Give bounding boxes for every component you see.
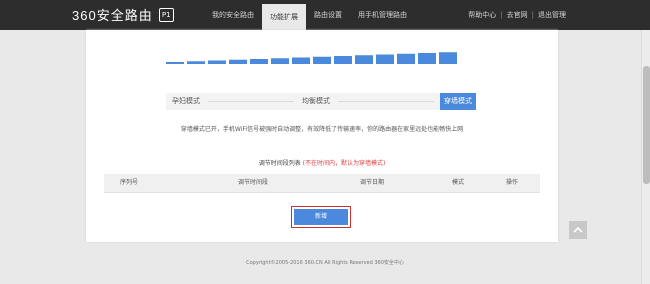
schedule-title: 调节时间段列表 bbox=[258, 160, 301, 167]
signal-bar bbox=[187, 61, 205, 64]
tab-features[interactable]: 功能扩展 bbox=[262, 4, 306, 30]
column-header-action: 操作 bbox=[506, 179, 519, 186]
tab-mobile-manage[interactable]: 用手机管理路由 bbox=[350, 0, 415, 30]
mode-selector: 孕妇模式 均衡模式 穿墙模式 bbox=[166, 93, 476, 110]
signal-bar bbox=[376, 54, 394, 64]
copyright-footer: Copyright©2005-2016 360.CN All Rights Re… bbox=[246, 260, 404, 266]
model-badge: P1 bbox=[158, 7, 174, 22]
brand-logo[interactable]: 360安全路由 P1 bbox=[72, 5, 174, 24]
header-links: 帮助中心 | 去官网 | 退出管理 bbox=[468, 0, 566, 30]
mode-description: 穿墙模式已开，手机WiFi信号被强时自动调整，有效降低了传输速率，你的路由器在家… bbox=[180, 126, 464, 133]
page-scrollbar[interactable] bbox=[641, 30, 650, 284]
signal-bar bbox=[313, 56, 331, 64]
tab-my-router[interactable]: 我的安全路由 bbox=[204, 0, 262, 30]
top-bar: 360安全路由 P1 我的安全路由 功能扩展 路由设置 用手机管理路由 帮助中心… bbox=[0, 0, 650, 30]
scrollbar-thumb[interactable] bbox=[643, 66, 650, 184]
signal-bar bbox=[250, 59, 268, 64]
add-schedule-button[interactable]: 新增 bbox=[294, 209, 348, 225]
link-separator: | bbox=[531, 11, 534, 19]
add-button-highlight: 新增 bbox=[291, 206, 351, 228]
column-header-date: 调节日期 bbox=[360, 179, 385, 186]
signal-bar bbox=[166, 62, 184, 64]
logout-link[interactable]: 退出管理 bbox=[538, 0, 566, 30]
signal-bar bbox=[292, 57, 310, 64]
content-panel: 孕妇模式 均衡模式 穿墙模式 穿墙模式已开，手机WiFi信号被强时自动调整，有效… bbox=[86, 30, 558, 242]
signal-strength-graphic bbox=[166, 52, 457, 64]
main-nav: 我的安全路由 功能扩展 路由设置 用手机管理路由 bbox=[204, 0, 415, 30]
mode-option-balanced[interactable]: 均衡模式 bbox=[302, 93, 330, 110]
brand-name: 360安全路由 bbox=[72, 8, 153, 23]
schedule-hint: (不在时间内，默认为穿墙模式) bbox=[302, 160, 386, 167]
signal-bar bbox=[208, 60, 226, 64]
schedule-table-header: 序列号 调节时间段 调节日期 模式 操作 bbox=[104, 174, 540, 193]
schedule-heading: 调节时间段列表 (不在时间内，默认为穿墙模式) bbox=[86, 158, 558, 167]
mode-track bbox=[338, 101, 434, 102]
back-to-top-button[interactable] bbox=[569, 221, 587, 239]
mode-track bbox=[208, 101, 294, 102]
mode-option-wall-penetrating-button[interactable]: 穿墙模式 bbox=[440, 93, 476, 110]
signal-bar bbox=[334, 56, 352, 64]
signal-bar bbox=[418, 53, 436, 64]
help-center-link[interactable]: 帮助中心 bbox=[468, 0, 496, 30]
signal-bar bbox=[439, 52, 457, 64]
column-header-serial: 序列号 bbox=[120, 179, 139, 186]
chevron-up-icon bbox=[573, 226, 583, 233]
column-header-mode: 模式 bbox=[452, 179, 465, 186]
signal-bar bbox=[397, 53, 415, 64]
signal-bar bbox=[271, 58, 289, 64]
link-separator: | bbox=[500, 11, 503, 19]
signal-bar bbox=[355, 55, 373, 64]
tab-router-settings[interactable]: 路由设置 bbox=[306, 0, 350, 30]
mode-option-pregnant[interactable]: 孕妇模式 bbox=[172, 93, 200, 110]
column-header-time-period: 调节时间段 bbox=[238, 179, 269, 186]
official-site-link[interactable]: 去官网 bbox=[507, 0, 528, 30]
signal-bar bbox=[229, 59, 247, 64]
